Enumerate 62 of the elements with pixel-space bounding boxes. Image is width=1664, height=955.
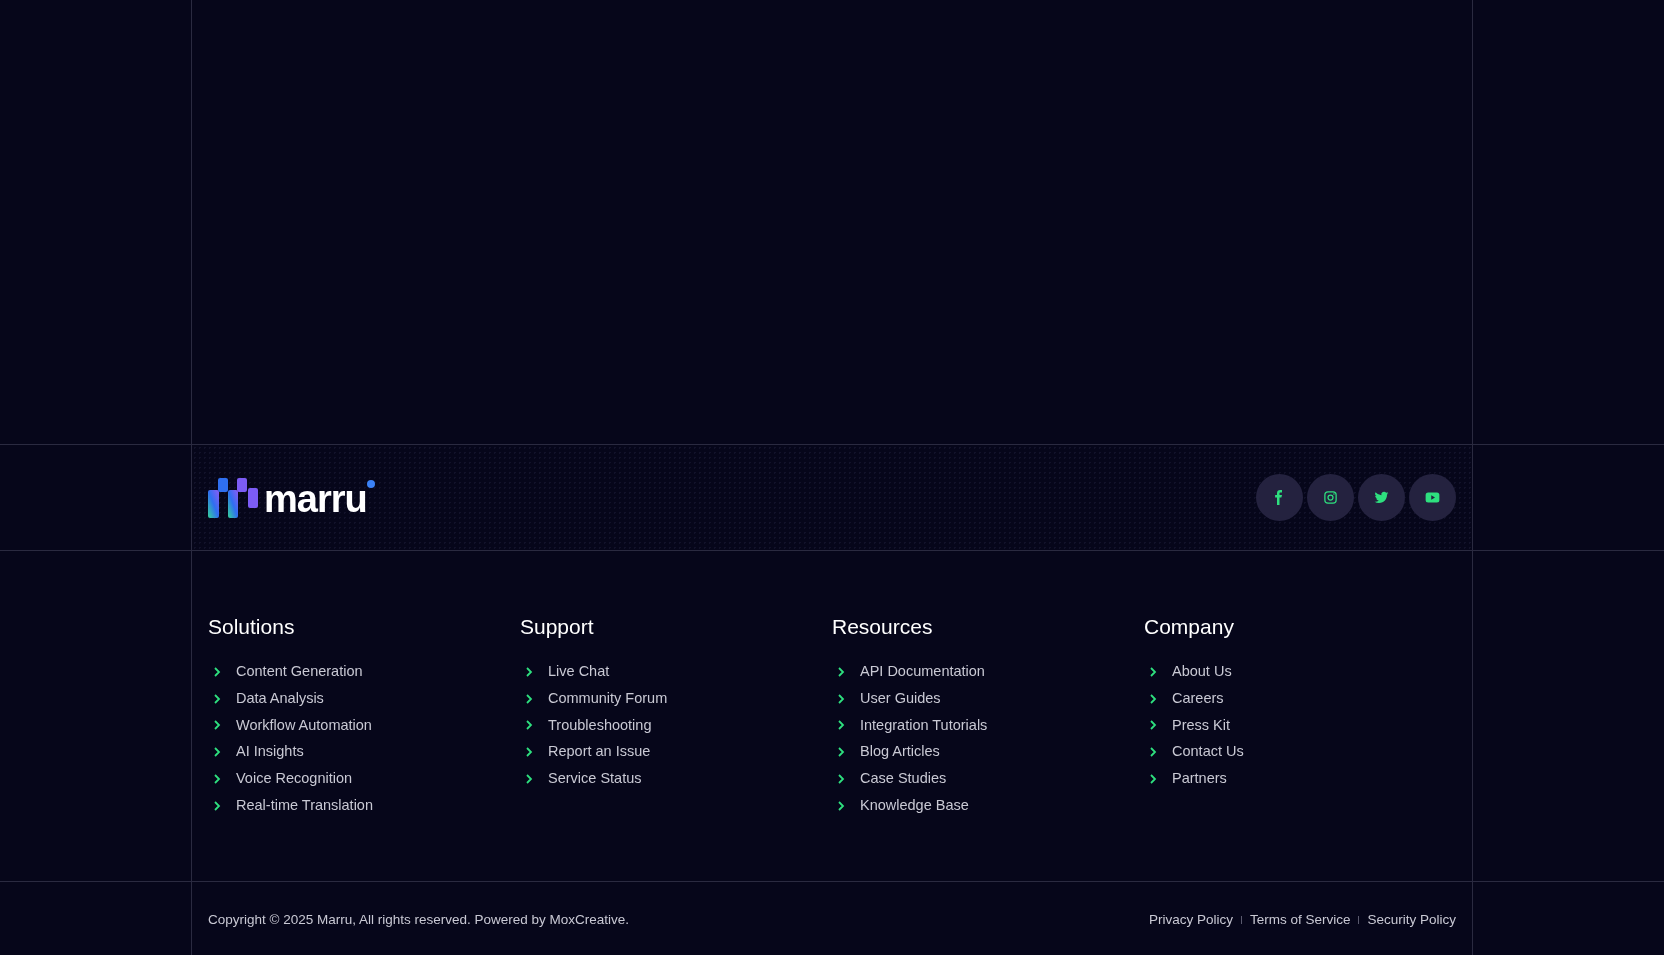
play-icon bbox=[1425, 490, 1440, 505]
footer-link[interactable]: Voice Recognition bbox=[236, 768, 353, 790]
dot-icon bbox=[366, 479, 375, 488]
footer-link[interactable]: API Documentation bbox=[860, 661, 985, 683]
footer-link[interactable]: Service Status bbox=[548, 768, 642, 790]
chevron-right-icon bbox=[836, 666, 846, 677]
footer-link[interactable]: Troubleshooting bbox=[548, 714, 652, 737]
chevron-right-icon bbox=[1148, 747, 1158, 758]
footer-link[interactable]: Workflow Automation bbox=[236, 714, 372, 737]
chevron-right-icon bbox=[836, 800, 846, 811]
footer-link[interactable]: User Guides bbox=[860, 687, 941, 710]
footer-link[interactable]: Press Kit bbox=[1172, 714, 1230, 737]
footer-link[interactable]: Community Forum bbox=[548, 687, 668, 710]
chevron-right-icon bbox=[836, 693, 846, 704]
brand-name: marru bbox=[264, 479, 367, 518]
chevron-right-icon bbox=[212, 747, 222, 758]
chevron-right-icon bbox=[212, 693, 222, 704]
footer-link[interactable]: Partners bbox=[1172, 768, 1227, 790]
chevron-right-icon bbox=[524, 774, 534, 785]
legal-link[interactable]: Security Policy bbox=[1367, 909, 1456, 931]
footer-link[interactable]: Live Chat bbox=[548, 661, 610, 683]
twitter-button[interactable] bbox=[1358, 474, 1405, 521]
footer-link[interactable]: Knowledge Base bbox=[860, 795, 969, 817]
chevron-right-icon bbox=[836, 720, 846, 731]
footer-link[interactable]: Content Generation bbox=[236, 661, 363, 683]
chevron-right-icon bbox=[524, 693, 534, 704]
bird-icon bbox=[1374, 490, 1389, 505]
chevron-right-icon bbox=[212, 774, 222, 785]
footer-link[interactable]: Real-time Translation bbox=[236, 795, 373, 817]
chevron-right-icon bbox=[212, 800, 222, 811]
chevron-right-icon bbox=[212, 666, 222, 677]
chevron-right-icon bbox=[1148, 666, 1158, 677]
chevron-right-icon bbox=[1148, 693, 1158, 704]
footer-link[interactable]: Contact Us bbox=[1172, 741, 1244, 764]
legal-link[interactable]: Terms of Service bbox=[1249, 909, 1351, 931]
instagram-button[interactable] bbox=[1307, 474, 1354, 521]
footer-link[interactable]: Data Analysis bbox=[236, 687, 324, 710]
footer-link[interactable]: Careers bbox=[1172, 687, 1224, 710]
chevron-right-icon bbox=[1148, 774, 1158, 785]
footer-link[interactable]: About Us bbox=[1172, 661, 1232, 683]
legal-link[interactable]: Privacy Policy bbox=[1148, 909, 1233, 931]
youtube-button[interactable] bbox=[1409, 474, 1456, 521]
chevron-right-icon bbox=[524, 666, 534, 677]
footer-link[interactable]: Case Studies bbox=[860, 768, 947, 790]
column-heading: Solutions bbox=[208, 614, 296, 640]
chevron-right-icon bbox=[212, 720, 222, 731]
chevron-right-icon bbox=[836, 774, 846, 785]
chevron-right-icon bbox=[524, 747, 534, 758]
facebook-button[interactable] bbox=[1256, 474, 1303, 521]
copyright-text: Copyright © 2025 Marru, All rights reserved. Powered by MoxCreative. bbox=[208, 910, 630, 929]
chevron-right-icon bbox=[836, 747, 846, 758]
footer-link[interactable]: Integration Tutorials bbox=[860, 714, 988, 737]
footer-link[interactable]: AI Insights bbox=[236, 741, 304, 764]
logo-icon bbox=[208, 477, 260, 518]
instagram-icon bbox=[1323, 490, 1338, 505]
chevron-right-icon bbox=[524, 720, 534, 731]
column-heading: Support bbox=[520, 614, 595, 640]
footer-link[interactable]: Report an Issue bbox=[548, 741, 651, 764]
column-heading: Resources bbox=[832, 614, 934, 640]
column-heading: Company bbox=[1144, 614, 1235, 640]
footer-link[interactable]: Blog Articles bbox=[860, 741, 940, 764]
chevron-right-icon bbox=[1148, 720, 1158, 731]
